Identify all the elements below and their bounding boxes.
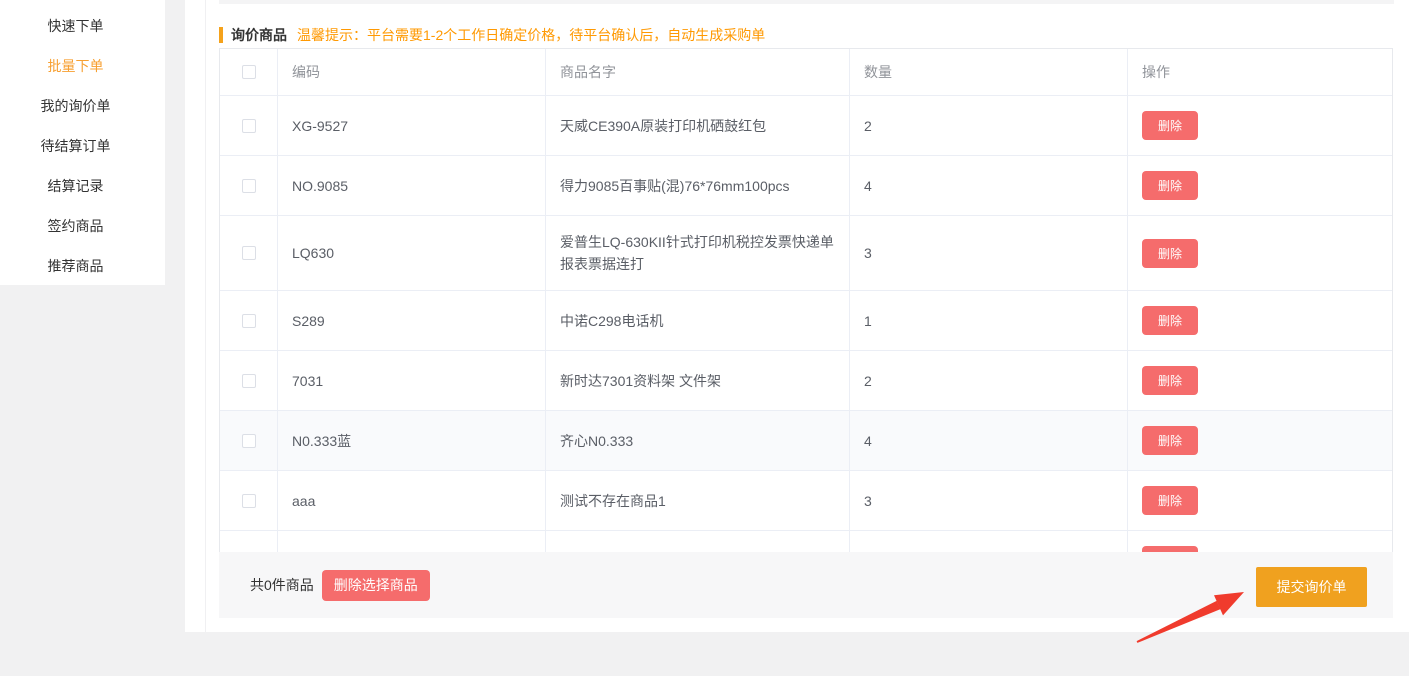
row-checkbox-cell [220, 471, 278, 530]
row-name-cell: 爱普生LQ-630KII针式打印机税控发票快递单报表票据连打 [546, 216, 850, 290]
row-checkbox-cell [220, 411, 278, 470]
row-checkbox[interactable] [242, 374, 256, 388]
table-header-row: 编码 商品名字 数量 操作 [220, 49, 1392, 96]
delete-row-button[interactable]: 删除 [1142, 486, 1198, 515]
row-checkbox[interactable] [242, 119, 256, 133]
row-code-cell: NO.9085 [278, 156, 546, 215]
row-checkbox-cell [220, 291, 278, 350]
row-op-cell: 删除 [1128, 156, 1394, 215]
row-qty-cell: 2 [850, 351, 1128, 410]
footer-bar: 共0件商品 删除选择商品 [219, 552, 1393, 618]
row-code-cell: XG-9527 [278, 96, 546, 155]
table-header-name: 商品名字 [546, 49, 850, 95]
sidebar-item-0[interactable]: 快速下单 [0, 6, 165, 46]
delete-selected-button[interactable]: 删除选择商品 [322, 570, 430, 601]
row-code-cell: aaa [278, 471, 546, 530]
row-name-cell: 测试不存在商品1 [546, 471, 850, 530]
row-qty-cell: 4 [850, 411, 1128, 470]
row-code-cell: 7031 [278, 351, 546, 410]
row-name-cell: 中诺C298电话机 [546, 291, 850, 350]
delete-row-button[interactable]: 删除 [1142, 171, 1198, 200]
accent-bar-icon [219, 27, 223, 43]
sidebar-item-6[interactable]: 推荐商品 [0, 246, 165, 286]
row-checkbox[interactable] [242, 179, 256, 193]
top-strip [219, 0, 1394, 4]
table-row-3: S289中诺C298电话机1 删除 [220, 291, 1392, 351]
row-qty-cell: 1 [850, 291, 1128, 350]
row-checkbox-cell [220, 156, 278, 215]
selected-count-summary: 共0件商品 [250, 575, 314, 595]
row-op-cell: 删除 [1128, 471, 1394, 530]
row-qty-cell: 2 [850, 96, 1128, 155]
row-code-cell: N0.333蓝 [278, 411, 546, 470]
select-all-checkbox[interactable] [242, 65, 256, 79]
sidebar-item-3[interactable]: 待结算订单 [0, 126, 165, 166]
table-row-1: NO.9085得力9085百事贴(混)76*76mm100pcs4 删除 [220, 156, 1392, 216]
sidebar-item-4[interactable]: 结算记录 [0, 166, 165, 206]
row-qty-cell: 4 [850, 156, 1128, 215]
row-name-cell: 得力9085百事贴(混)76*76mm100pcs [546, 156, 850, 215]
row-name-cell: 天威CE390A原装打印机硒鼓红包 [546, 96, 850, 155]
table-row-0: XG-9527天威CE390A原装打印机硒鼓红包2 删除 [220, 96, 1392, 156]
section-title: 询价商品 [231, 25, 287, 45]
table-header-checkbox-cell [220, 49, 278, 95]
row-code-cell: S289 [278, 291, 546, 350]
delete-row-button[interactable]: 删除 [1142, 426, 1198, 455]
table-row-5: N0.333蓝齐心N0.3334 删除 [220, 411, 1392, 471]
row-op-cell: 删除 [1128, 351, 1394, 410]
row-checkbox[interactable] [242, 314, 256, 328]
row-op-cell: 删除 [1128, 411, 1394, 470]
delete-row-button[interactable]: 删除 [1142, 111, 1198, 140]
row-name-cell: 齐心N0.333 [546, 411, 850, 470]
sidebar-item-5[interactable]: 签约商品 [0, 206, 165, 246]
vertical-divider [205, 0, 206, 632]
row-checkbox-cell [220, 351, 278, 410]
table-header-code: 编码 [278, 49, 546, 95]
sidebar: 快速下单批量下单我的询价单待结算订单结算记录签约商品推荐商品 [0, 0, 165, 285]
table-header-qty: 数量 [850, 49, 1128, 95]
delete-row-button[interactable]: 删除 [1142, 366, 1198, 395]
inquiry-products-table: 编码 商品名字 数量 操作 XG-9527天威CE390A原装打印机硒鼓红包2删… [219, 48, 1393, 591]
main-panel: 询价商品 温馨提示：平台需要1-2个工作日确定价格，待平台确认后，自动生成采购单… [185, 0, 1409, 632]
row-checkbox-cell [220, 216, 278, 290]
row-op-cell: 删除 [1128, 96, 1394, 155]
submit-inquiry-button[interactable]: 提交询价单 [1256, 567, 1367, 607]
section-tip: 温馨提示：平台需要1-2个工作日确定价格，待平台确认后，自动生成采购单 [297, 25, 765, 45]
row-qty-cell: 3 [850, 216, 1128, 290]
table-body: XG-9527天威CE390A原装打印机硒鼓红包2删除NO.9085得力9085… [220, 96, 1392, 591]
row-checkbox[interactable] [242, 494, 256, 508]
row-checkbox-cell [220, 96, 278, 155]
row-name-cell: 新时达7301资料架 文件架 [546, 351, 850, 410]
row-op-cell: 删除 [1128, 216, 1394, 290]
row-checkbox[interactable] [242, 434, 256, 448]
row-qty-cell: 3 [850, 471, 1128, 530]
sidebar-item-1[interactable]: 批量下单 [0, 46, 165, 86]
delete-row-button[interactable]: 删除 [1142, 306, 1198, 335]
table-header-op: 操作 [1128, 49, 1394, 95]
section-header: 询价商品 温馨提示：平台需要1-2个工作日确定价格，待平台确认后，自动生成采购单 [219, 26, 765, 44]
sidebar-item-2[interactable]: 我的询价单 [0, 86, 165, 126]
delete-row-button[interactable]: 删除 [1142, 239, 1198, 268]
table-row-6: aaa测试不存在商品13 删除 [220, 471, 1392, 531]
row-checkbox[interactable] [242, 246, 256, 260]
row-op-cell: 删除 [1128, 291, 1394, 350]
row-code-cell: LQ630 [278, 216, 546, 290]
table-row-2: LQ630爱普生LQ-630KII针式打印机税控发票快递单报表票据连打3 删除 [220, 216, 1392, 291]
table-row-4: 7031新时达7301资料架 文件架2 删除 [220, 351, 1392, 411]
